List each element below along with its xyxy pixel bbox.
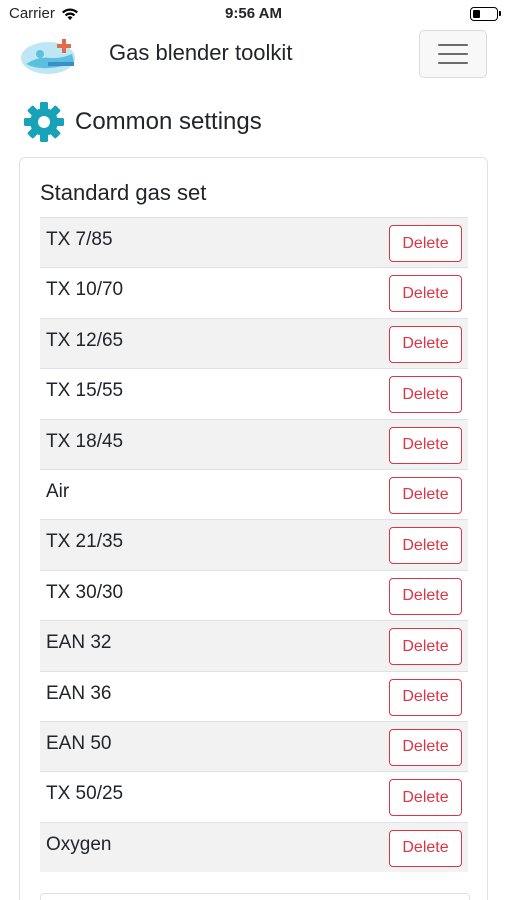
list-item: TX 15/55 Delete bbox=[40, 368, 468, 418]
gas-list: TX 7/85 Delete TX 10/70 Delete TX 12/65 Delet… bbox=[40, 217, 468, 873]
gas-name: Air bbox=[46, 480, 70, 502]
delete-button[interactable]: Delete bbox=[389, 829, 462, 867]
list-item: TX 18/45 Delete bbox=[40, 418, 468, 469]
delete-button[interactable]: Delete bbox=[389, 628, 462, 666]
hamburger-menu-icon-bar bbox=[438, 53, 468, 55]
list-item: TX 50/25 Delete bbox=[40, 771, 468, 821]
delete-button[interactable]: Delete bbox=[389, 325, 462, 363]
gas-name: EAN 50 bbox=[46, 732, 112, 754]
delete-button[interactable]: Delete bbox=[389, 426, 462, 464]
diver-with-plus-icon[interactable] bbox=[20, 34, 80, 76]
list-item: EAN 36 Delete bbox=[40, 670, 468, 721]
gas-name: TX 10/70 bbox=[46, 279, 124, 301]
battery-level bbox=[473, 10, 480, 18]
delete-button[interactable]: Delete bbox=[389, 275, 462, 313]
delete-button[interactable]: Delete bbox=[389, 225, 462, 262]
list-item: Oxygen Delete bbox=[40, 821, 468, 873]
gas-name: Oxygen bbox=[46, 833, 112, 855]
delete-button[interactable]: Delete bbox=[389, 728, 462, 766]
next-card-edge bbox=[40, 893, 470, 900]
gear-icon bbox=[24, 102, 64, 142]
list-item: TX 10/70 Delete bbox=[40, 267, 468, 317]
list-item: TX 7/85 Delete bbox=[40, 217, 468, 268]
list-item: EAN 32 Delete bbox=[40, 620, 468, 671]
delete-button[interactable]: Delete bbox=[389, 678, 462, 716]
gas-name: TX 30/30 bbox=[46, 581, 124, 603]
gas-name: TX 15/55 bbox=[46, 380, 124, 402]
delete-button[interactable]: Delete bbox=[389, 779, 462, 817]
delete-button[interactable]: Delete bbox=[389, 376, 462, 414]
list-item: EAN 50 Delete bbox=[40, 720, 468, 772]
gas-name: TX 18/45 bbox=[46, 430, 124, 452]
delete-button[interactable]: Delete bbox=[389, 527, 462, 565]
delete-button[interactable]: Delete bbox=[389, 577, 462, 615]
hamburger-menu-icon-bar bbox=[438, 44, 468, 46]
section-title: Common settings bbox=[75, 108, 262, 135]
hamburger-menu-button[interactable] bbox=[419, 30, 487, 78]
hamburger-menu-icon-bar bbox=[438, 62, 468, 64]
list-item: TX 30/30 Delete bbox=[40, 569, 468, 620]
standard-gas-set-card: Standard gas set TX 7/85 Delete TX 10/70 De… bbox=[19, 157, 488, 900]
gas-name: TX 21/35 bbox=[46, 531, 124, 553]
battery-icon bbox=[470, 7, 501, 21]
navbar: Gas blender toolkit bbox=[0, 28, 507, 84]
gas-name: EAN 36 bbox=[46, 682, 112, 704]
delete-button[interactable]: Delete bbox=[389, 476, 462, 514]
list-item: Air Delete bbox=[40, 468, 468, 519]
status-bar: Carrier 9:56 AM bbox=[0, 0, 507, 28]
card-title: Standard gas set bbox=[40, 180, 207, 205]
app-title[interactable]: Gas blender toolkit bbox=[109, 39, 292, 67]
list-item: TX 12/65 Delete bbox=[40, 317, 468, 369]
gas-name: EAN 32 bbox=[46, 632, 112, 654]
section-header: Common settings bbox=[23, 101, 262, 143]
gas-name: TX 50/25 bbox=[46, 783, 124, 805]
gas-name: TX 12/65 bbox=[46, 329, 124, 351]
gas-name: TX 7/85 bbox=[46, 229, 113, 250]
list-item: TX 21/35 Delete bbox=[40, 519, 468, 570]
status-time: 9:56 AM bbox=[225, 5, 282, 22]
